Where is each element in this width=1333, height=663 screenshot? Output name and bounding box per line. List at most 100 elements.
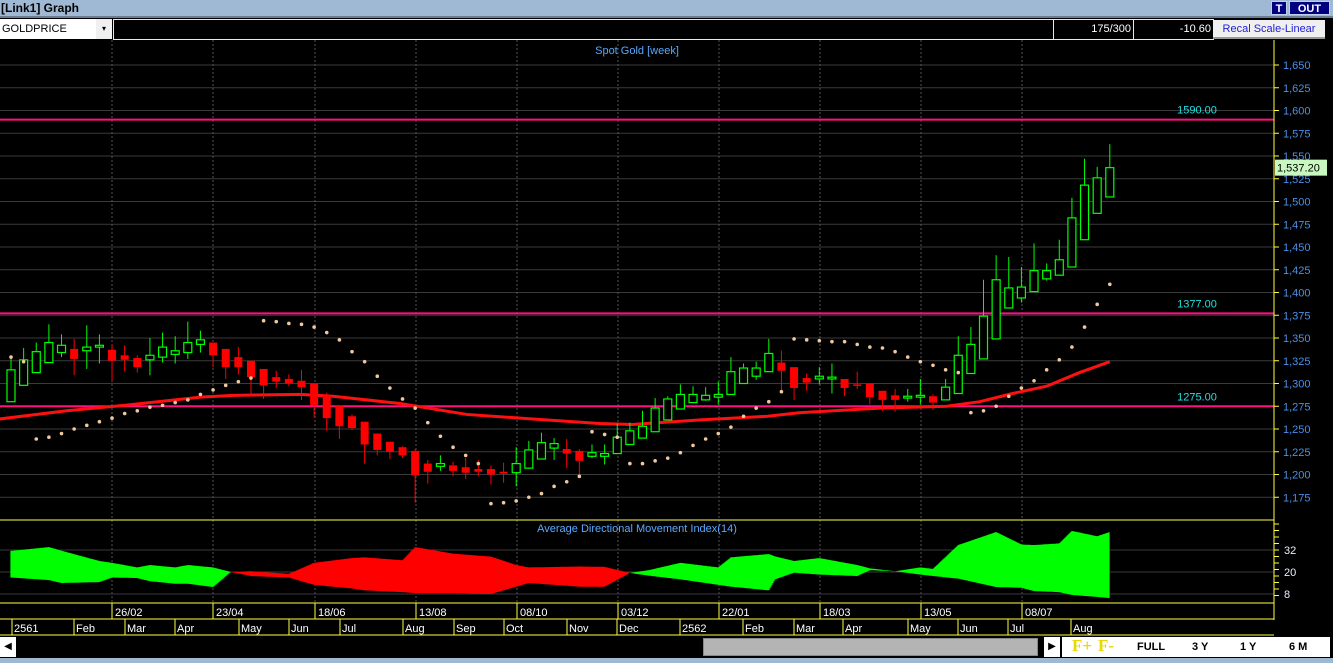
sar-dot [792,337,796,341]
sar-dot [804,338,809,342]
sar-dot [552,484,556,489]
scroll-right-button[interactable]: ▶ [1044,637,1060,657]
candle-body [209,342,218,356]
sar-dot [34,437,39,441]
sar-dot [539,491,544,496]
candle-body [423,463,432,472]
candle [411,449,420,503]
candle-body [701,394,711,401]
month-label: Feb [76,623,95,635]
symbol-select[interactable]: GOLDPRICE ▾ [0,19,112,39]
sar-dot [830,339,834,344]
candle-body [284,378,293,384]
candle-body [891,395,900,400]
candle-body [82,346,92,352]
price-tick-label: 1,225 [1283,447,1311,459]
candle-body [650,407,660,433]
zoom-out-button[interactable]: F- [1098,636,1114,656]
sar-dot [236,379,241,384]
candle-body [612,436,622,455]
sar-dot [324,330,329,335]
sar-dot [842,339,847,344]
candle-body [713,393,723,398]
sar-dot [905,355,910,359]
t-button[interactable]: T [1271,1,1287,15]
candle-body [385,441,394,452]
candle [978,279,989,360]
price-tick-label: 1,300 [1283,379,1311,391]
candle [31,342,41,374]
candle-body [461,467,470,473]
candle-body [663,398,673,421]
sar-dot [122,411,127,416]
month-label: Jun [960,623,978,635]
sar-dot [1044,368,1049,372]
sar-dot [956,370,961,375]
sar-dot [931,363,935,368]
sar-dot [312,325,316,329]
candle-body [549,442,559,449]
price-change: -10.60 [1133,19,1214,40]
candle-body [474,469,483,472]
3y-button[interactable]: 3 Y [1192,637,1208,657]
candle-body [183,341,193,354]
horizontal-scrollbar[interactable]: ◀ ▶ F+ F- FULL 3 Y 1 Y 6 M [0,636,1333,658]
sar-dot [173,400,177,405]
candle [1067,197,1077,268]
candle [195,330,206,353]
candle-body [1029,270,1039,293]
zoom-in-button[interactable]: F+ [1072,636,1092,656]
candle [853,371,862,389]
candle-body [575,450,584,461]
candle-body [726,371,736,396]
candle-body [941,386,951,401]
candle-body [562,449,571,454]
sar-dot [337,338,342,342]
price-tick-label: 1,625 [1283,83,1311,95]
candle-body [802,378,811,383]
candle [777,350,786,391]
candle-body [120,355,129,360]
1y-button[interactable]: 1 Y [1240,637,1256,657]
sar-dot [716,431,721,436]
candle [183,321,193,359]
chevron-down-icon[interactable]: ▾ [96,19,112,39]
candle [221,348,230,379]
sar-dot [463,453,468,458]
chart-area[interactable]: 1590.00 1377.00 1275.00 1,175 1,200 1,225 1,2… [0,40,1333,636]
out-button[interactable]: OUT [1289,1,1330,15]
sar-dot [1095,302,1099,307]
date-label: 22/01 [722,607,750,619]
candle-body [133,358,142,368]
adx-chart-title: Average Directional Movement Index(14) [537,523,737,535]
candle [713,381,723,405]
sar-dot [148,405,152,409]
sar-dot [779,389,784,394]
sar-dot [880,346,885,350]
scroll-left-button[interactable]: ◀ [0,637,16,657]
price-tick-label: 1,450 [1283,242,1311,254]
candle [120,345,129,372]
adx-tick-label: 20 [1284,567,1296,579]
sar-dot [868,345,872,349]
scroll-thumb[interactable] [703,638,1038,656]
full-button[interactable]: FULL [1137,637,1165,657]
price-tick-label: 1,375 [1283,310,1311,322]
candle-body [449,465,458,471]
candle-body [221,348,230,368]
di-plus-area [10,531,1110,598]
candle [650,398,660,433]
candle [915,378,925,405]
candle-body [840,378,849,389]
sar-dot [110,416,114,420]
candle [272,370,281,389]
6m-button[interactable]: 6 M [1289,637,1307,657]
window-titlebar: [Link1] Graph T OUT [0,0,1333,16]
recal-scale-button[interactable]: Recal Scale-Linear [1213,20,1325,39]
candle-body [915,394,925,398]
sar-dot [287,321,291,326]
candle-body [587,452,597,457]
candle-body [170,350,180,355]
candle-body [511,462,521,474]
candle-body [411,450,420,476]
